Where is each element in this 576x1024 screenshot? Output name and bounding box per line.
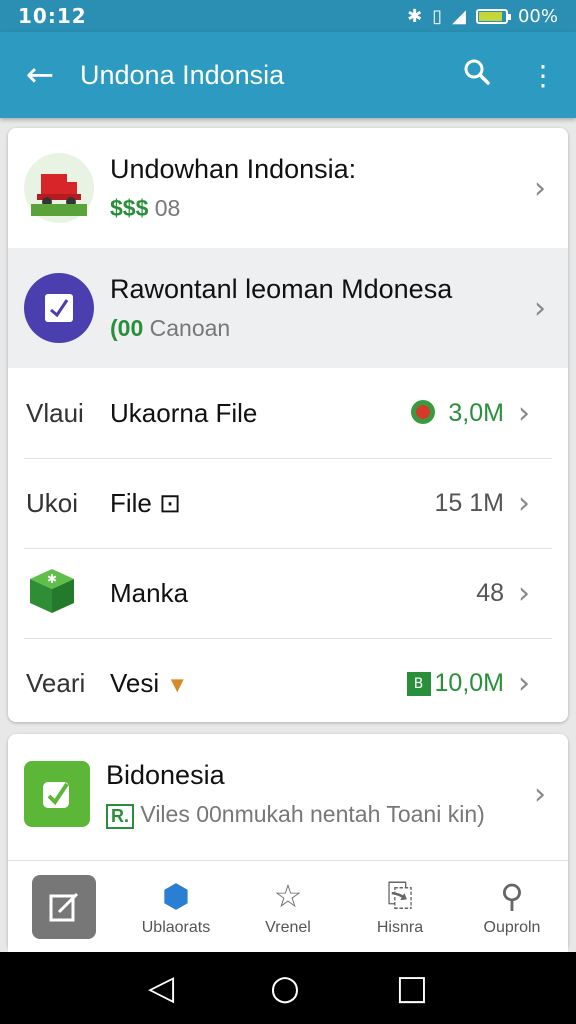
chevron-right-icon: ›	[518, 395, 530, 431]
file-lead-1: Ukoi	[26, 488, 79, 518]
document-icon: ⎘	[387, 876, 413, 913]
status-bar: 10:12 ✱ ▯ ◢ 00%	[0, 0, 576, 32]
battery-text: 00%	[517, 5, 558, 27]
nav-item-ublaorats[interactable]: ⬢ Ublaorats	[120, 861, 232, 952]
featured-text-0: Undowhan Indonsia: $$$ 08	[110, 154, 528, 222]
green-box-icon: ✱	[26, 565, 110, 622]
file-size-3: 10,0M	[434, 669, 504, 697]
file-lead-0: Vlaui	[26, 397, 84, 428]
bidonesia-title: Bidonesia	[106, 759, 225, 790]
nav-item-edit[interactable]	[8, 861, 120, 952]
file-name-2: Manka	[110, 578, 189, 608]
system-nav-bar: ◁ ○ □	[0, 952, 576, 1024]
status-time: 10:12	[18, 4, 87, 28]
file-row-0[interactable]: Vlaui Ukaorna File 3,0M ›	[24, 368, 552, 458]
money-badge: $$$	[110, 195, 149, 221]
file-lead-3: Veari	[26, 668, 86, 698]
edit-app-icon	[32, 874, 96, 939]
back-arrow-icon[interactable]: ←	[0, 55, 80, 95]
file-name-3: Vesi ▼	[110, 668, 189, 698]
fruit-icon	[408, 396, 438, 430]
app-bar: ← Undona Indonsia ⋮	[0, 32, 576, 118]
chevron-right-icon: ›	[518, 666, 530, 701]
chevron-right-icon: ›	[534, 290, 546, 326]
file-size-2: 48	[476, 579, 504, 607]
nav-item-hisnra[interactable]: ⎘ Hisnra	[344, 861, 456, 952]
vibrate-icon: ▯	[432, 5, 443, 27]
recents-square-icon[interactable]: □	[396, 968, 428, 1008]
home-circle-icon[interactable]: ○	[270, 968, 300, 1008]
file-name-1: File ⊡	[110, 488, 181, 518]
featured-title-1: Rawontanl leoman Mdonesa	[110, 274, 453, 304]
file-name-0: Ukaorna File	[110, 397, 258, 428]
signal-icon: ◢	[452, 5, 466, 27]
stamp-icon: ⚲	[500, 877, 524, 914]
bidonesia-text: Bidonesia R. Viles 00nmukah nentah Toani…	[106, 760, 528, 829]
svg-text:✱: ✱	[47, 572, 57, 586]
more-vert-icon[interactable]: ⋮	[510, 59, 576, 92]
truck-avatar-icon	[24, 153, 94, 223]
featured-sub-0: $$$ 08	[110, 195, 181, 221]
nav-item-ouproln[interactable]: ⚲ Ouproln	[456, 861, 568, 952]
chevron-right-icon: ›	[518, 486, 530, 521]
bottom-nav: ⬢ Ublaorats ☆ Vrenel ⎘ Hisnra ⚲ Ouproln	[8, 860, 568, 952]
file-row-1[interactable]: Ukoi File ⊡ 15 1M ›	[24, 458, 552, 548]
bidonesia-sub: R. Viles 00nmukah nentah Toani kin)	[106, 801, 528, 829]
status-icons: ✱ ▯ ◢ 00%	[407, 6, 558, 27]
grid-icon: ⬢	[162, 877, 190, 914]
file-size-0: 3,0M	[448, 398, 504, 427]
file-size-1: 15 1M	[434, 489, 504, 517]
file-row-3[interactable]: Veari Vesi ▼ B 10,0M ›	[24, 638, 552, 722]
files-card: Undowhan Indonsia: $$$ 08 › Rawontanl le…	[8, 128, 568, 722]
featured-item-0[interactable]: Undowhan Indonsia: $$$ 08 ›	[8, 128, 568, 248]
search-icon[interactable]	[444, 57, 510, 94]
nav-item-vrenel[interactable]: ☆ Vrenel	[232, 861, 344, 952]
featured-text-1: Rawontanl leoman Mdonesa (00 Canoan	[110, 274, 528, 342]
file-badge-icon: B	[406, 671, 431, 696]
file-row-2[interactable]: ✱ Manka 48 ›	[24, 548, 552, 638]
chevron-right-icon: ›	[534, 776, 546, 812]
back-triangle-icon[interactable]: ◁	[148, 968, 174, 1008]
bluetooth-icon: ✱	[407, 5, 423, 27]
star-icon: ☆	[273, 877, 303, 914]
chevron-right-icon: ›	[518, 576, 530, 611]
featured-item-1[interactable]: Rawontanl leoman Mdonesa (00 Canoan ›	[8, 248, 568, 368]
featured-title-0: Undowhan Indonsia:	[110, 154, 357, 184]
battery-icon	[475, 8, 511, 24]
page-title: Undona Indonsia	[80, 59, 285, 90]
featured-sub-1: (00 Canoan	[110, 315, 231, 341]
chevron-right-icon: ›	[534, 170, 546, 206]
bidonesia-badge: R.	[106, 803, 134, 829]
ice-cream-icon: ▼	[166, 672, 189, 697]
checkbox-avatar-icon	[24, 273, 94, 343]
edit-square-icon	[24, 761, 90, 827]
bidonesia-item[interactable]: Bidonesia R. Viles 00nmukah nentah Toani…	[8, 734, 568, 854]
